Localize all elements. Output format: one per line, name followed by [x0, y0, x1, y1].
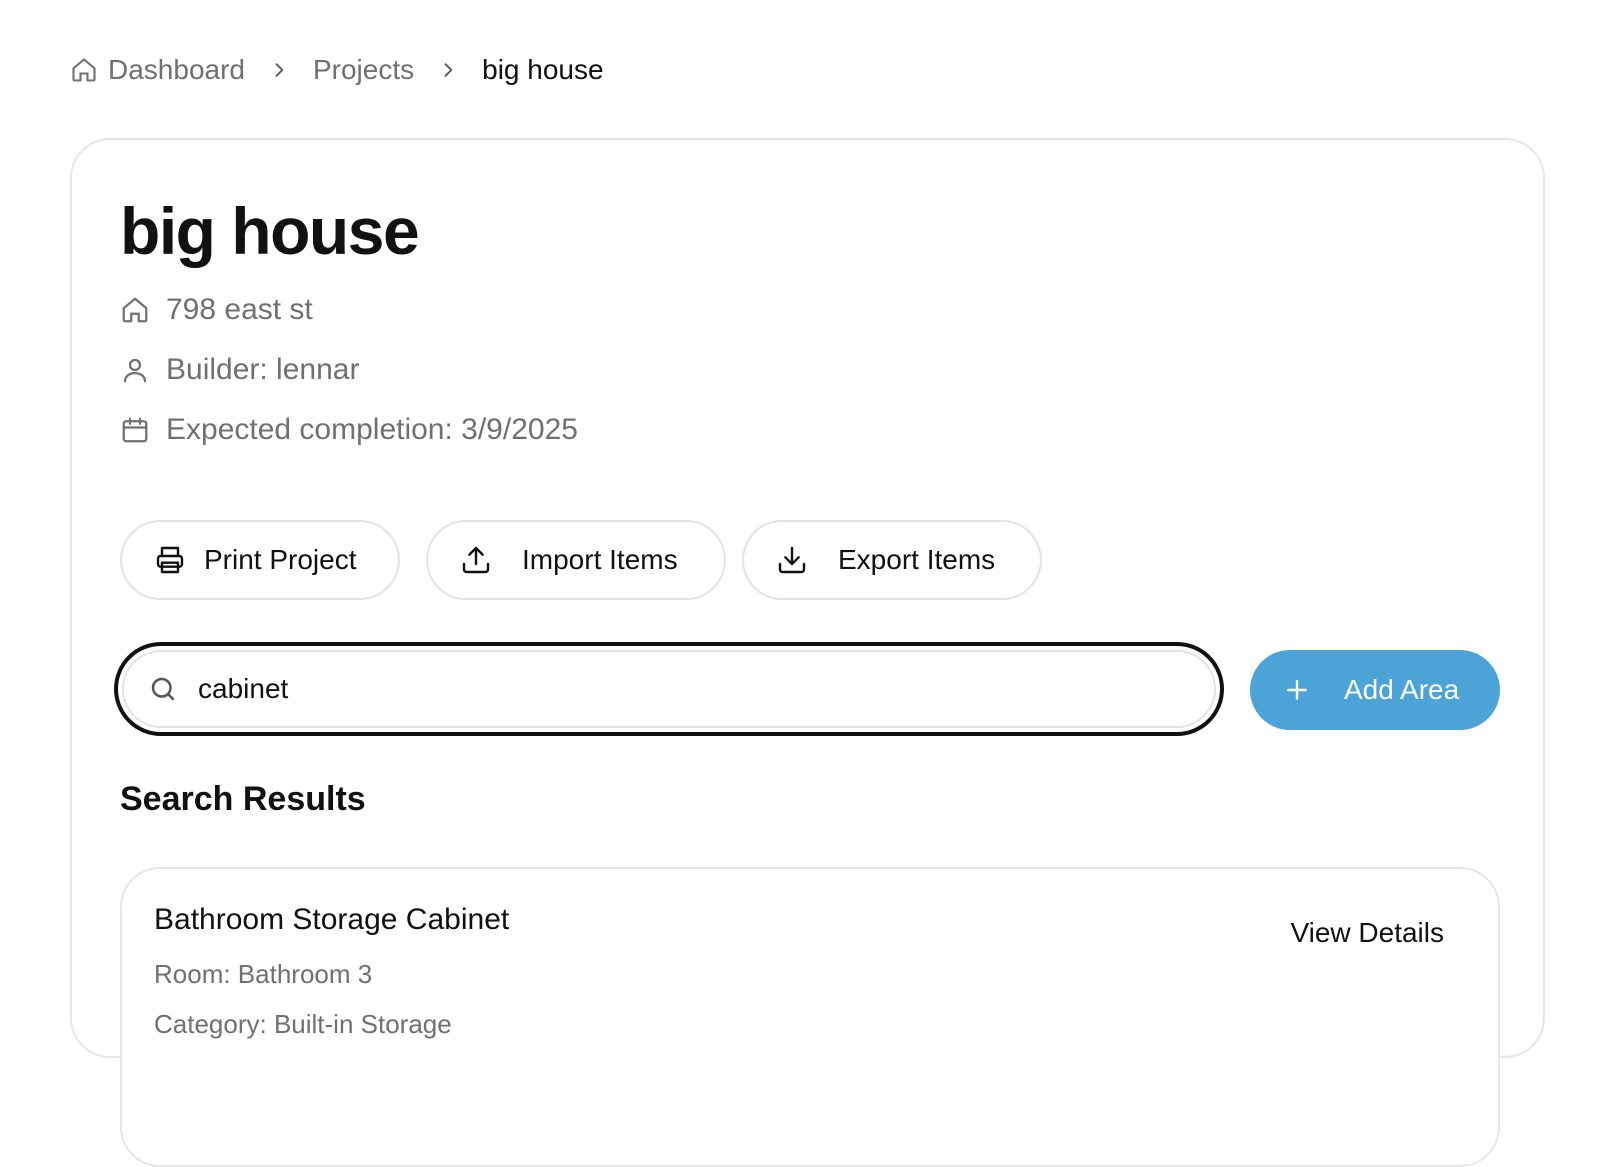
search-field-inner: [122, 650, 1216, 728]
page-title: big house: [120, 194, 420, 268]
user-icon: [123, 358, 147, 383]
import-items-label: Import Items: [522, 544, 678, 575]
search-input[interactable]: [196, 672, 1096, 706]
project-card: big house 798 east st Builder: lennar Ex…: [70, 138, 1545, 1167]
printer-icon: [156, 546, 184, 574]
breadcrumb-current: big house: [482, 54, 603, 86]
project-completion-text: Expected completion: 3/9/2025: [166, 413, 578, 446]
breadcrumb-projects-label: Projects: [312, 54, 415, 85]
chevron-right-icon: [269, 60, 289, 80]
upload-icon: [462, 546, 490, 574]
search-icon: [151, 677, 175, 701]
calendar-icon: [122, 417, 148, 443]
search-field: [114, 642, 1224, 736]
view-details-button[interactable]: View Details: [1290, 917, 1444, 949]
home-icon: [72, 58, 96, 82]
print-project-label: Print Project: [204, 544, 357, 575]
breadcrumb-dashboard-label: Dashboard: [108, 54, 245, 85]
result-item-room: Room: Bathroom 3: [154, 959, 373, 989]
project-address: 798 east st: [120, 290, 313, 330]
project-builder: Builder: lennar: [120, 350, 359, 390]
breadcrumb: Dashboard Projects big house: [70, 50, 604, 90]
export-items-label: Export Items: [838, 544, 996, 575]
import-items-button[interactable]: Import Items: [426, 520, 726, 600]
breadcrumb-dashboard-link[interactable]: Dashboard: [70, 54, 245, 86]
project-address-text: 798 east st: [166, 293, 313, 326]
search-results-heading: Search Results: [120, 780, 366, 818]
print-project-button[interactable]: Print Project: [120, 520, 400, 600]
search-result-card: Bathroom Storage Cabinet Room: Bathroom …: [120, 867, 1500, 1167]
project-completion: Expected completion: 3/9/2025: [120, 410, 578, 450]
home-icon: [122, 297, 148, 323]
breadcrumb-current-label: big house: [482, 54, 604, 85]
add-area-label: Add Area: [1344, 674, 1460, 705]
add-area-button[interactable]: Add Area: [1250, 650, 1500, 730]
project-builder-text: Builder: lennar: [166, 353, 360, 386]
chevron-right-icon: [438, 60, 458, 80]
download-icon: [778, 546, 806, 574]
breadcrumb-projects-link[interactable]: Projects: [313, 54, 414, 86]
result-item-name: Bathroom Storage Cabinet: [154, 903, 510, 936]
export-items-button[interactable]: Export Items: [742, 520, 1042, 600]
plus-icon: [1287, 680, 1307, 700]
